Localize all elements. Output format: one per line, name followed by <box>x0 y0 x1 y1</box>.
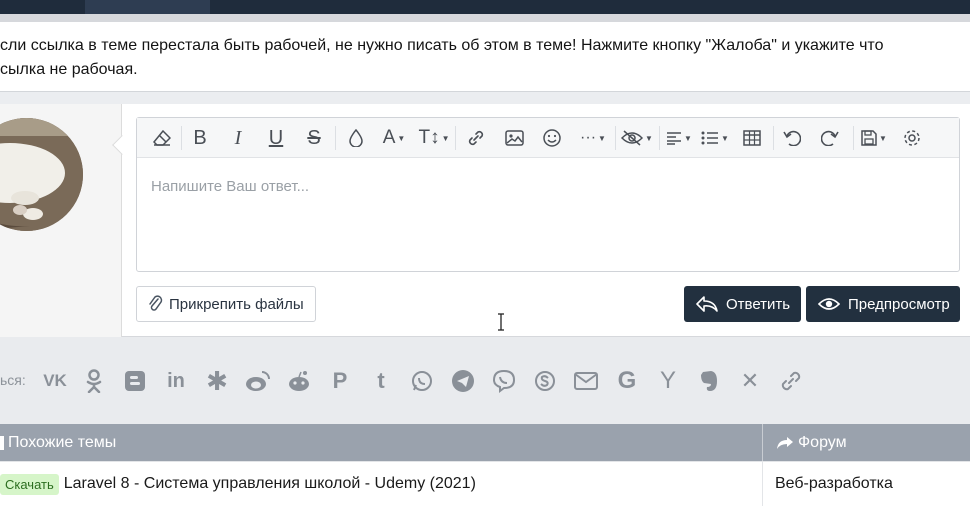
email-icon[interactable] <box>572 367 600 395</box>
attach-files-label: Прикрепить файлы <box>169 295 304 313</box>
notice-line-1: сли ссылка в теме перестала быть рабочей… <box>0 37 884 54</box>
top-navigation <box>0 0 970 14</box>
image-icon[interactable] <box>497 118 531 158</box>
strike-icon[interactable]: S <box>297 118 331 158</box>
eye-icon <box>818 298 840 310</box>
notice-text: сли ссылка в теме перестала быть рабочей… <box>0 34 940 82</box>
message-editor[interactable]: B I U S A ▼ T↕ ▼ ··· ▼ ▼ ▼ ▼ ▼ Напишите … <box>136 117 960 272</box>
reply-button[interactable]: Ответить <box>684 286 801 322</box>
editor-toolbar: B I U S A ▼ T↕ ▼ ··· ▼ ▼ ▼ ▼ ▼ <box>137 118 959 158</box>
settings-icon[interactable] <box>895 118 929 158</box>
preview-button[interactable]: Предпросмотр <box>806 286 960 322</box>
evernote-icon[interactable] <box>695 367 723 395</box>
related-threads-title: Похожие темы <box>0 424 763 461</box>
pinterest-icon[interactable]: P <box>326 367 354 395</box>
related-thread-cell: Скачать Laravel 8 - Система управления ш… <box>0 462 763 506</box>
notice-line-2: сылка не рабочая. <box>0 61 138 78</box>
related-threads-header: Похожие темы Форум <box>0 424 970 461</box>
telegram-icon[interactable] <box>449 367 477 395</box>
link-icon[interactable] <box>459 118 493 158</box>
related-threads-label: Похожие темы <box>8 433 117 451</box>
more-icon[interactable]: ··· ▼ <box>573 118 613 158</box>
text-cursor-icon <box>498 313 504 331</box>
odnoklassniki-icon[interactable] <box>80 367 108 395</box>
forum-column-header: Форум <box>764 424 970 461</box>
related-thread-forum[interactable]: Веб-разработка <box>775 462 893 506</box>
color-icon[interactable] <box>339 118 373 158</box>
share-arrow-icon <box>777 436 793 449</box>
table-row[interactable]: Скачать Laravel 8 - Система управления ш… <box>0 461 970 513</box>
toolbar-separator <box>455 126 456 150</box>
tumblr-icon[interactable]: t <box>367 367 395 395</box>
avatar[interactable] <box>0 118 83 231</box>
avatar-column <box>0 104 122 337</box>
google-icon[interactable]: G <box>613 367 641 395</box>
livejournal-icon[interactable]: ✱ <box>203 366 231 396</box>
save-draft-icon[interactable]: ▼ <box>855 118 893 158</box>
undo-icon[interactable] <box>775 118 809 158</box>
toolbar-separator <box>335 126 336 150</box>
vk-icon[interactable]: VK <box>41 367 69 395</box>
skype-icon[interactable] <box>531 367 559 395</box>
nav-tab-active[interactable] <box>85 0 210 14</box>
blogger-icon[interactable] <box>121 367 149 395</box>
reply-label: Ответить <box>726 295 791 313</box>
align-icon[interactable]: ▼ <box>661 118 697 158</box>
forum-column-label: Форум <box>798 433 847 451</box>
bold-icon[interactable]: B <box>183 118 217 158</box>
linkedin-icon[interactable]: in <box>162 367 190 395</box>
reddit-icon[interactable] <box>285 367 313 395</box>
whatsapp-icon[interactable] <box>408 367 436 395</box>
related-thread-title[interactable]: Laravel 8 - Система управления школой - … <box>64 475 476 493</box>
toolbar-separator <box>615 126 616 150</box>
list-icon <box>0 435 4 450</box>
eraser-icon[interactable] <box>145 118 179 158</box>
section-gap <box>0 92 970 104</box>
underline-icon[interactable]: U <box>259 118 293 158</box>
copy-link-icon[interactable] <box>777 367 805 395</box>
redo-icon[interactable] <box>813 118 847 158</box>
yandex-icon[interactable]: Y <box>654 367 682 395</box>
editor-placeholder[interactable]: Напишите Ваш ответ... <box>151 178 309 195</box>
italic-icon[interactable]: I <box>221 118 255 158</box>
table-icon[interactable] <box>735 118 769 158</box>
toolbar-separator <box>659 126 660 150</box>
quick-reply: B I U S A ▼ T↕ ▼ ··· ▼ ▼ ▼ ▼ ▼ Напишите … <box>0 104 970 337</box>
share-bar: ься: VK in ✱ P t G Y ✕ <box>0 338 970 424</box>
toolbar-separator <box>181 126 182 150</box>
share-label: ься: <box>0 372 26 388</box>
download-badge: Скачать <box>0 473 59 495</box>
list-icon[interactable]: ▼ <box>697 118 733 158</box>
font-family-icon[interactable]: A ▼ <box>375 118 413 158</box>
smile-icon[interactable] <box>535 118 569 158</box>
hide-icon[interactable]: ▼ <box>617 118 657 158</box>
xing-icon[interactable]: ✕ <box>736 367 764 395</box>
reply-icon <box>696 296 718 312</box>
topbar-divider <box>0 14 970 22</box>
notice-banner: сли ссылка в теме перестала быть рабочей… <box>0 22 970 92</box>
font-size-icon[interactable]: T↕ ▼ <box>415 118 453 158</box>
attach-files-button[interactable]: Прикрепить файлы <box>136 286 316 322</box>
weibo-icon[interactable] <box>244 367 272 395</box>
viber-icon[interactable] <box>490 367 518 395</box>
preview-label: Предпросмотр <box>848 295 950 313</box>
toolbar-separator <box>853 126 854 150</box>
paperclip-icon <box>149 295 163 311</box>
avatar-image <box>0 118 83 231</box>
toolbar-separator <box>773 126 774 150</box>
